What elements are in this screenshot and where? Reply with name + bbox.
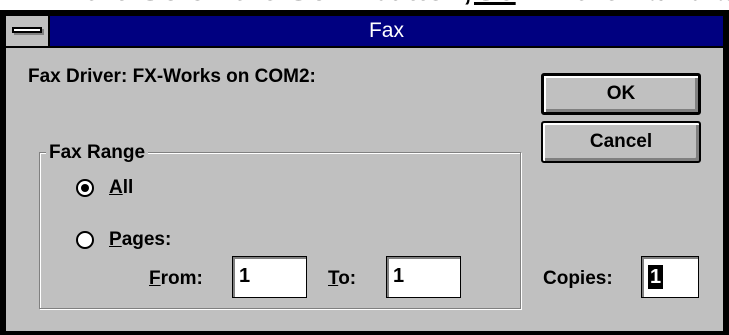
fax-driver-row: Fax Driver: FX-Works on COM2: [28,66,316,88]
ok-button-label: OK [606,83,636,104]
background-document-text: ...the Go on the Go ... button, Go in th… [0,0,729,10]
all-radio-label[interactable]: All [109,177,133,199]
system-menu-icon [12,27,42,33]
from-page-input[interactable]: 1 [232,256,307,298]
title-bar[interactable]: Fax [6,16,723,48]
pages-radio[interactable] [76,231,94,249]
all-radio[interactable] [76,179,94,197]
fax-range-legend: Fax Range [46,142,149,164]
copies-value-selected: 1 [648,264,664,289]
background-text-underlined: Go [474,0,516,8]
copies-label: Copies: [543,268,613,289]
ok-button[interactable]: OK [541,73,701,115]
background-text-fragment-end: in the Fax dial [540,0,729,8]
to-page-input[interactable]: 1 [386,256,461,298]
fax-dialog: Fax Fax Driver: FX-Works on COM2: OK Can… [0,10,729,335]
radio-selected-dot [81,184,89,192]
to-label: To: [328,268,357,289]
fax-driver-label: Fax Driver: [28,66,128,87]
window-title: Fax [368,19,404,42]
background-text-fragment: ...the Go on the Go ... button, [60,0,472,8]
system-menu-button[interactable] [6,16,50,46]
cancel-button[interactable]: Cancel [541,121,701,163]
from-label: From: [149,268,203,289]
copies-input[interactable]: 1 [641,256,699,298]
fax-driver-value: FX-Works on COM2: [132,66,316,87]
cancel-button-label: Cancel [589,131,653,152]
pages-radio-label[interactable]: Pages: [109,229,171,251]
